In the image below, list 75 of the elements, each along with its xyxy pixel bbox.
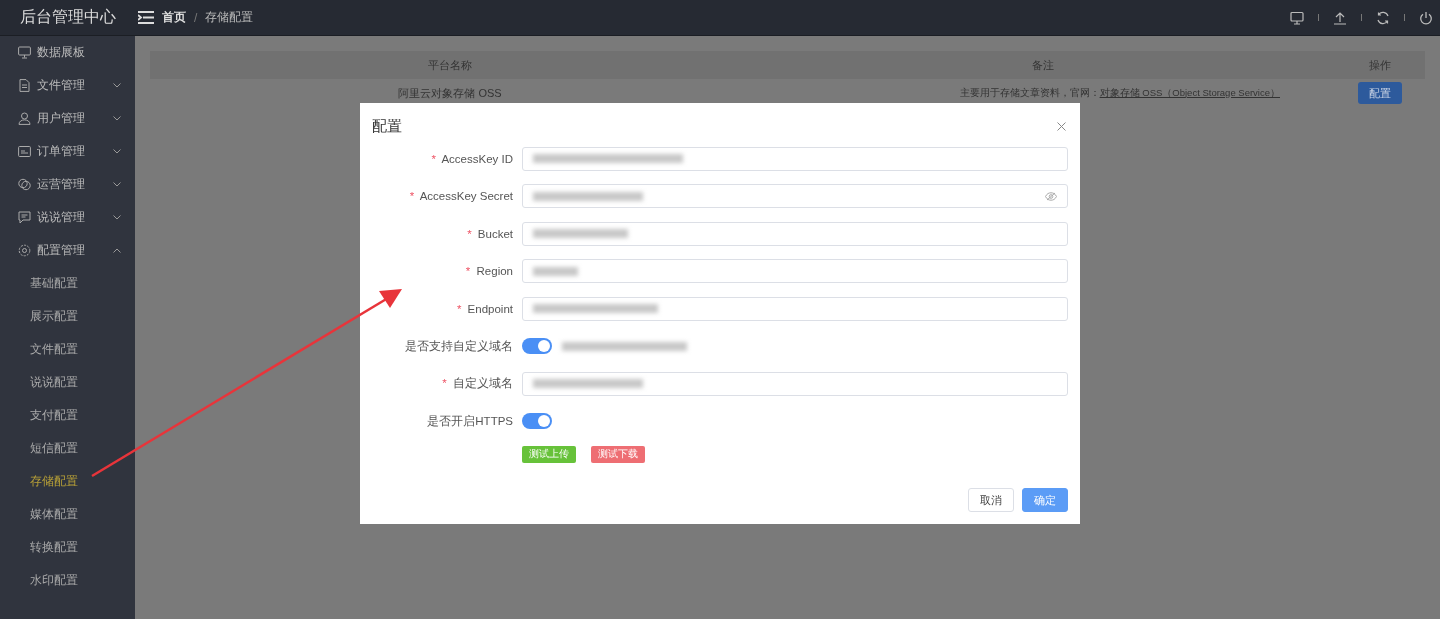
close-icon[interactable] (1057, 122, 1066, 131)
input-field[interactable] (522, 184, 1068, 208)
sidebar-label: 文件管理 (37, 77, 86, 94)
monitor-icon (18, 46, 31, 59)
required-mark: * (409, 190, 415, 202)
required-mark: * (442, 377, 447, 389)
eye-icon[interactable] (1045, 191, 1057, 201)
chevron-down-icon (113, 149, 121, 154)
required-mark: * (431, 152, 436, 165)
user-icon (18, 112, 31, 125)
field-label: 自定义域名 (453, 377, 513, 389)
menu-toggle-icon[interactable] (138, 11, 154, 24)
toggle-switch[interactable] (522, 413, 552, 429)
breadcrumb-current: 存储配置 (205, 9, 254, 26)
sidebar-label: 用户管理 (37, 110, 86, 127)
breadcrumb-separator: / (194, 10, 198, 25)
sidebar-subitem[interactable]: 文件配置 (0, 333, 135, 366)
sidebar-label: 说说管理 (37, 209, 86, 226)
required-mark: * (465, 265, 471, 277)
input-field[interactable] (522, 371, 1068, 396)
chevron-up-icon (113, 248, 121, 253)
gear-icon (18, 244, 31, 257)
sidebar-subitem[interactable]: 展示配置 (0, 300, 135, 333)
table-cell-text: 阿里云对象存储 OSS (397, 85, 503, 101)
breadcrumb-link[interactable]: 首页 (162, 9, 186, 26)
sidebar-label: 配置管理 (37, 242, 86, 259)
upload-icon[interactable] (1333, 10, 1347, 25)
input-field[interactable] (522, 146, 1068, 171)
sidebar-subitem[interactable]: 基础配置 (0, 267, 135, 300)
field-label: Region (476, 265, 513, 277)
field-label: 是否支持自定义域名 (405, 339, 513, 352)
cancel-button[interactable]: 取消 (968, 488, 1014, 512)
field-label: AccessKey ID (441, 152, 513, 165)
chevron-down-icon (113, 182, 121, 187)
power-icon[interactable] (1419, 10, 1433, 25)
required-mark: * (467, 227, 472, 240)
chevron-down-icon (113, 116, 121, 121)
field-label: Endpoint (467, 302, 513, 315)
sidebar-item[interactable]: 运营管理 (0, 168, 135, 201)
redacted-value (533, 266, 578, 276)
configure-button[interactable]: 配置 (1358, 82, 1402, 104)
required-mark: * (456, 302, 462, 315)
input-field[interactable] (522, 296, 1068, 321)
sidebar-subitem[interactable]: 说说配置 (0, 366, 135, 399)
chevron-down-icon (113, 215, 121, 220)
sidebar-item[interactable]: 数据展板 (0, 36, 135, 69)
sidebar-item[interactable]: 订单管理 (0, 135, 135, 168)
field-label: Bucket (477, 227, 513, 240)
sidebar-item[interactable]: 配置管理 (0, 234, 135, 267)
field-label: AccessKey Secret (419, 190, 513, 202)
sidebar-subitem[interactable]: 存储配置 (0, 465, 135, 498)
app-title: 后台管理中心 (18, 7, 117, 27)
input-field[interactable] (522, 221, 1068, 246)
field-label: 是否开启HTTPS (427, 414, 513, 427)
sidebar-label: 运营管理 (37, 176, 86, 193)
card-icon (18, 145, 31, 158)
sidebar-item[interactable]: 说说管理 (0, 201, 135, 234)
dialog-title: 配置 (372, 117, 402, 136)
sidebar-label: 订单管理 (37, 143, 86, 160)
sidebar-subitem[interactable]: 媒体配置 (0, 498, 135, 531)
monitor-icon[interactable] (1290, 10, 1304, 25)
sidebar-subitem[interactable]: 短信配置 (0, 432, 135, 465)
sidebar-subitem[interactable]: 水印配置 (0, 564, 135, 597)
test-download-button[interactable]: 测试下载 (591, 446, 645, 463)
official-site-link[interactable]: 对象存储 OSS（Object Storage Service） (1099, 86, 1280, 98)
refresh-icon[interactable] (1376, 10, 1390, 25)
sidebar-item[interactable]: 文件管理 (0, 69, 135, 102)
sidebar-subitem[interactable]: 转换配置 (0, 531, 135, 564)
input-field[interactable] (522, 259, 1068, 283)
sidebar-label: 数据展板 (37, 44, 86, 61)
chevron-down-icon (113, 83, 121, 88)
sidebar-subitem[interactable]: 支付配置 (0, 399, 135, 432)
toggle-switch[interactable] (522, 338, 552, 354)
sidebar-item[interactable]: 用户管理 (0, 102, 135, 135)
document-icon (18, 79, 31, 92)
